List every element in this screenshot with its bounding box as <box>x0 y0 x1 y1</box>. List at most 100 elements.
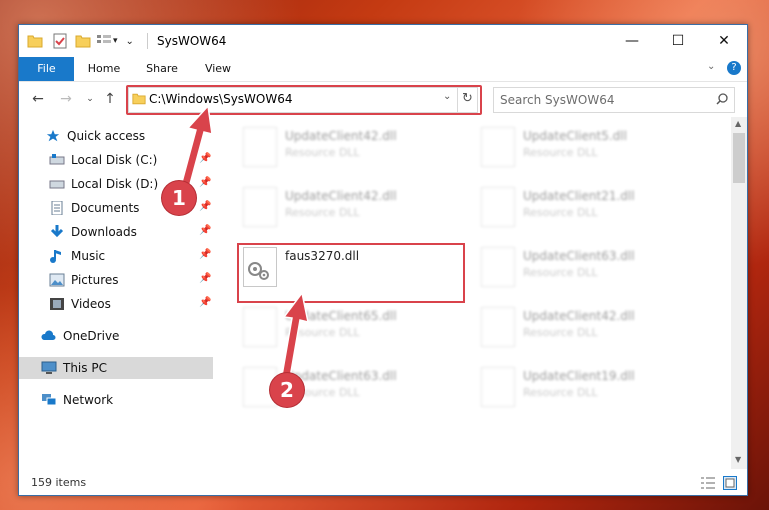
customize-dropdown-icon[interactable]: ▾ <box>113 36 118 46</box>
list-item[interactable]: UpdateClient42.dll Resource DLL <box>475 299 701 353</box>
file-name: UpdateClient42.dll <box>523 309 635 323</box>
file-type: Resource DLL <box>523 266 598 279</box>
search-icon <box>716 93 728 105</box>
scroll-up-icon[interactable]: ▲ <box>735 119 741 128</box>
file-type: Resource DLL <box>285 146 360 159</box>
drive-icon <box>49 180 65 189</box>
maximize-button[interactable]: ☐ <box>655 25 701 57</box>
computer-icon <box>41 361 57 374</box>
sidebar-item-videos[interactable]: Videos 📌 <box>19 293 213 315</box>
cloud-icon <box>41 330 56 340</box>
new-folder-icon[interactable] <box>75 34 91 48</box>
up-button[interactable]: ↑ <box>101 90 119 108</box>
minimize-button[interactable]: — <box>609 25 655 57</box>
title-bar: ▾ ⌄ SysWOW64 — ☐ ✕ <box>19 25 747 57</box>
sidebar-item-onedrive[interactable]: OneDrive <box>19 325 213 347</box>
file-explorer-window: ▾ ⌄ SysWOW64 — ☐ ✕ File Home Share View … <box>18 24 748 496</box>
status-bar: 159 items <box>19 471 747 495</box>
sidebar-item-downloads[interactable]: Downloads 📌 <box>19 221 213 243</box>
file-name: UpdateClient42.dll <box>285 189 397 203</box>
pin-icon[interactable]: 📌 <box>199 249 211 260</box>
tab-view[interactable]: View <box>195 57 241 81</box>
sidebar-item-label: Network <box>63 393 114 407</box>
sidebar-item-this-pc[interactable]: This PC <box>19 357 213 379</box>
dll-file-icon <box>481 367 515 407</box>
sidebar-item-local-disk-c[interactable]: Local Disk (C:) 📌 <box>19 149 213 171</box>
vertical-scrollbar[interactable]: ▲ ▼ <box>731 117 747 469</box>
file-name: UpdateClient21.dll <box>523 189 635 203</box>
folder-icon[interactable] <box>27 34 43 48</box>
details-view-icon[interactable] <box>701 477 715 489</box>
file-type: Resource DLL <box>523 326 598 339</box>
back-button[interactable]: ← <box>29 90 47 108</box>
quick-access-toolbar: ▾ ⌄ <box>27 33 134 49</box>
pin-icon[interactable]: 📌 <box>199 225 211 236</box>
pin-icon[interactable]: 📌 <box>199 297 211 308</box>
forward-button[interactable]: → <box>57 90 75 108</box>
search-input[interactable]: Search SysWOW64 <box>493 87 735 113</box>
star-icon <box>46 129 60 142</box>
pin-icon[interactable]: 📌 <box>199 177 211 188</box>
large-icons-view-icon[interactable] <box>723 476 737 490</box>
file-type: Resource DLL <box>285 326 360 339</box>
list-item[interactable]: UpdateClient5.dll Resource DLL <box>475 119 701 173</box>
file-name: UpdateClient63.dll <box>523 249 635 263</box>
search-placeholder: Search SysWOW64 <box>500 93 615 107</box>
properties-icon[interactable] <box>53 33 67 49</box>
sidebar-item-label: Downloads <box>71 225 137 239</box>
file-type: Resource DLL <box>523 386 598 399</box>
file-name: UpdateClient42.dll <box>285 129 397 143</box>
dll-file-icon <box>243 187 277 227</box>
address-highlight-box <box>126 85 482 115</box>
list-item[interactable]: UpdateClient19.dll Resource DLL <box>475 359 701 413</box>
sidebar-item-label: Videos <box>71 297 111 311</box>
pin-icon[interactable]: 📌 <box>199 153 211 164</box>
close-button[interactable]: ✕ <box>701 25 747 57</box>
dll-file-icon <box>481 187 515 227</box>
title-separator <box>147 33 148 49</box>
list-item[interactable]: UpdateClient42.dll Resource DLL <box>237 179 463 233</box>
music-icon <box>50 250 61 263</box>
scroll-down-icon[interactable]: ▼ <box>735 455 741 464</box>
list-item[interactable]: UpdateClient63.dll Resource DLL <box>475 239 701 293</box>
help-icon[interactable]: ? <box>727 61 741 75</box>
dll-file-icon <box>481 127 515 167</box>
sidebar-item-pictures[interactable]: Pictures 📌 <box>19 269 213 291</box>
sidebar-item-label: OneDrive <box>63 329 120 343</box>
file-type: Resource DLL <box>285 206 360 219</box>
list-item[interactable]: UpdateClient42.dll Resource DLL <box>237 119 463 173</box>
list-item[interactable]: UpdateClient21.dll Resource DLL <box>475 179 701 233</box>
expand-ribbon-icon[interactable]: ⌄ <box>707 61 715 72</box>
file-type: Resource DLL <box>523 206 598 219</box>
network-icon <box>42 394 57 406</box>
sidebar-item-music[interactable]: Music 📌 <box>19 245 213 267</box>
list-item[interactable]: UpdateClient65.dll Resource DLL <box>237 299 463 353</box>
file-name: UpdateClient65.dll <box>285 309 397 323</box>
scroll-thumb[interactable] <box>733 133 745 183</box>
dll-file-icon <box>481 247 515 287</box>
file-name: UpdateClient19.dll <box>523 369 635 383</box>
tab-file[interactable]: File <box>19 57 74 81</box>
file-type: Resource DLL <box>523 146 598 159</box>
tab-share[interactable]: Share <box>139 57 185 81</box>
downloads-icon <box>50 225 64 238</box>
recent-locations-button[interactable]: ⌄ <box>81 90 99 108</box>
dll-file-icon <box>481 307 515 347</box>
chevron-down-icon[interactable]: ⌄ <box>126 36 134 47</box>
sidebar-item-label: Quick access <box>67 129 146 143</box>
step-2-badge: 2 <box>270 373 304 407</box>
file-name: UpdateClient5.dll <box>523 129 627 143</box>
pin-icon[interactable]: 📌 <box>199 201 211 212</box>
tab-home[interactable]: Home <box>81 57 127 81</box>
sidebar-item-quick-access[interactable]: Quick access <box>19 125 213 147</box>
dll-file-icon <box>243 307 277 347</box>
view-options-icon[interactable] <box>97 35 111 47</box>
sidebar-item-network[interactable]: Network <box>19 389 213 411</box>
pin-icon[interactable]: 📌 <box>199 273 211 284</box>
sidebar-item-label: Pictures <box>71 273 119 287</box>
sidebar-item-label: Music <box>71 249 106 263</box>
videos-icon <box>50 298 64 310</box>
file-highlight-box <box>237 243 465 303</box>
drive-icon <box>49 154 65 165</box>
sidebar-item-label: Local Disk (C:) <box>71 153 158 167</box>
